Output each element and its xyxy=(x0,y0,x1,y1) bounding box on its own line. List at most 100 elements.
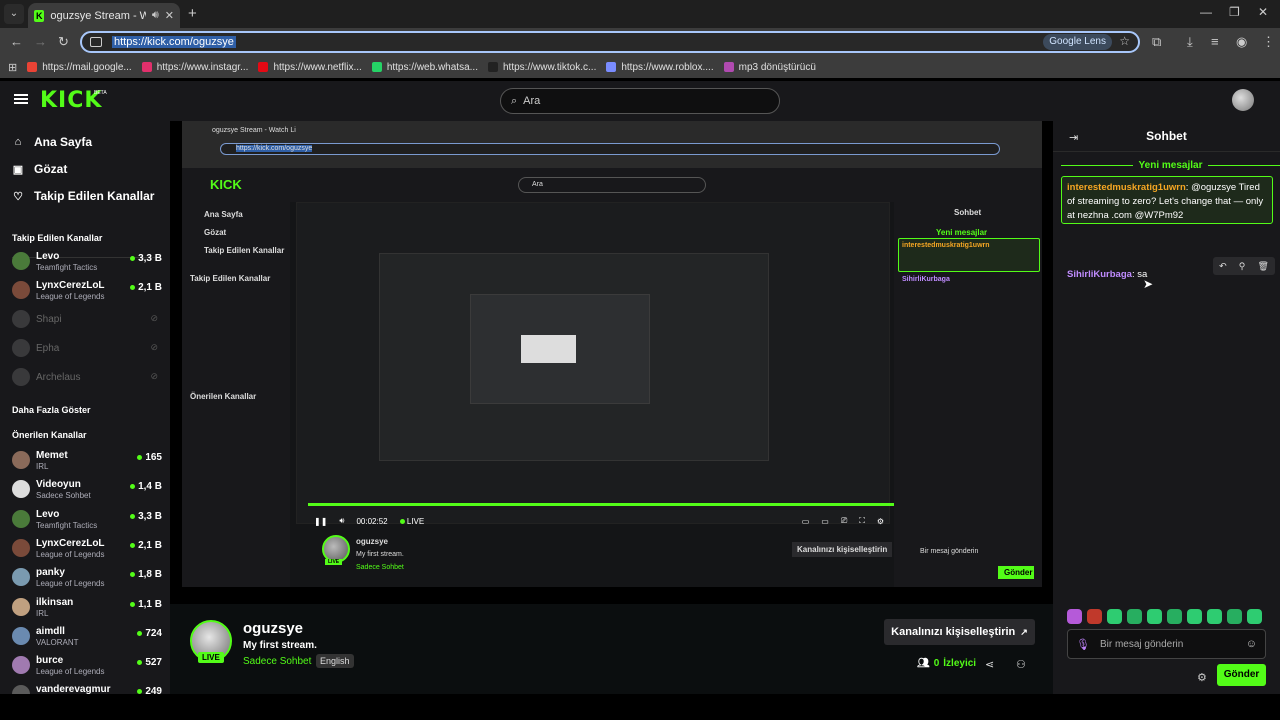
emote-icon[interactable] xyxy=(1247,609,1262,624)
bookmark-mp3[interactable]: mp3 dönüştürücü xyxy=(723,62,816,73)
fullscreen-icon[interactable]: ⛶ xyxy=(859,516,865,526)
following-channel-row[interactable]: Shapi ⊘ xyxy=(12,307,162,333)
video-controls: ❚❚ 🔊︎ 00:02:52 LIVE ▭ ▭ ⎚ ⛶ ⚙ xyxy=(314,513,884,529)
bookmark-gmail[interactable]: https://mail.google... xyxy=(27,62,132,73)
viewer-label: İzleyici xyxy=(943,658,977,669)
bookmark-instagram[interactable]: https://www.instagr... xyxy=(141,62,248,73)
follow-user-icon[interactable]: ⚇ xyxy=(1016,658,1026,671)
forward-icon[interactable]: → xyxy=(34,34,47,49)
bookmark-roblox[interactable]: https://www.roblox.... xyxy=(606,62,714,73)
search-input[interactable]: ⌕ Ara xyxy=(500,88,780,114)
chat-input-placeholder: Bir mesaj gönderin xyxy=(1099,638,1184,650)
video-progress-bar[interactable] xyxy=(308,503,894,506)
bookmark-star-icon[interactable]: ☆ xyxy=(1119,34,1130,48)
recommended-channel-row[interactable]: panky League of Legends 1,8 B xyxy=(12,565,162,591)
emote-icon[interactable] xyxy=(1107,609,1122,624)
chat-message-highlighted[interactable]: interestedmuskratig1uwrn: @oguzsye Tired… xyxy=(1061,176,1273,224)
chat-settings-icon[interactable]: ⚙ xyxy=(1197,671,1207,684)
emote-icon[interactable] xyxy=(1227,609,1242,624)
bookmark-whatsapp[interactable]: https://web.whatsa... xyxy=(371,62,478,73)
channel-name: Memet xyxy=(36,450,68,461)
delete-icon[interactable]: 🗑︎ xyxy=(1257,261,1268,272)
sidebar-item-following[interactable]: ♡ Takip Edilen Kanallar xyxy=(12,189,154,203)
nested-nav-following: Takip Edilen Kanallar xyxy=(204,246,285,255)
recommended-channel-row[interactable]: burce League of Legends 527 xyxy=(12,653,162,679)
close-window-icon[interactable]: ✕ xyxy=(1258,5,1268,19)
sidebar-item-browse[interactable]: ▣ Gözat xyxy=(12,162,68,176)
bottom-strip xyxy=(0,694,1280,720)
show-more-link[interactable]: Daha Fazla Göster xyxy=(12,405,91,415)
google-lens-button[interactable]: Google Lens xyxy=(1043,34,1112,50)
restore-icon[interactable]: ❐ xyxy=(1229,5,1240,19)
minimize-icon[interactable]: — xyxy=(1200,5,1212,19)
site-info-icon[interactable] xyxy=(90,37,102,47)
language-tag[interactable]: English xyxy=(316,654,354,668)
settings-icon[interactable]: ⚙ xyxy=(877,517,884,526)
recommended-channel-row[interactable]: Memet IRL 165 xyxy=(12,448,162,474)
pause-icon[interactable]: ❚❚ xyxy=(314,517,327,526)
microphone-icon[interactable]: 🎙︎ xyxy=(1076,638,1090,651)
bookmark-tiktok[interactable]: https://www.tiktok.c... xyxy=(487,62,596,73)
pip-icon[interactable]: ▭ xyxy=(802,517,810,526)
reply-icon[interactable]: ↶ xyxy=(1219,261,1227,272)
pin-icon[interactable]: ⚲ xyxy=(1239,261,1246,272)
emote-icon[interactable] xyxy=(1067,609,1082,624)
nested-video-inner-3 xyxy=(521,335,576,363)
theater-icon[interactable]: ▭ xyxy=(821,517,829,526)
following-channel-row[interactable]: Epha ⊘ xyxy=(12,336,162,362)
stream-category[interactable]: Sadece Sohbet xyxy=(243,656,311,667)
back-icon[interactable]: ← xyxy=(10,34,23,49)
hamburger-menu-icon[interactable] xyxy=(14,94,28,104)
recommended-channel-row[interactable]: aimdll VALORANT 724 xyxy=(12,624,162,650)
tab-search-button[interactable]: ⌄ xyxy=(4,4,24,24)
collapse-chat-icon[interactable]: ⇥ xyxy=(1069,131,1078,144)
viewer-count: 1,8 B xyxy=(130,569,162,580)
recommended-channel-row[interactable]: Videoyun Sadece Sohbet 1,4 B xyxy=(12,477,162,503)
volume-icon[interactable]: 🔊︎ xyxy=(339,516,344,526)
close-tab-icon[interactable]: ✕ xyxy=(165,9,174,22)
user-avatar[interactable] xyxy=(1232,89,1254,111)
reload-icon[interactable]: ↻ xyxy=(58,34,69,50)
following-channel-row[interactable]: LynxCerezLoL League of Legends 2,1 B xyxy=(12,278,162,304)
following-channel-row[interactable]: Archelaus ⊘ xyxy=(12,365,162,391)
video-player[interactable]: oguzsye Stream - Watch Li https://kick.c… xyxy=(170,121,1053,604)
bookmark-netflix[interactable]: https://www.netflix... xyxy=(258,62,362,73)
chat-username[interactable]: interestedmuskratig1uwrn xyxy=(1067,182,1186,193)
cast-icon[interactable]: ⎚ xyxy=(841,516,847,526)
profile-icon[interactable]: ◉ xyxy=(1236,34,1247,50)
emote-icon[interactable] xyxy=(1127,609,1142,624)
emote-icon[interactable] xyxy=(1087,609,1102,624)
new-tab-button[interactable]: + xyxy=(188,5,197,22)
chat-username[interactable]: SihirliKurbaga xyxy=(1067,269,1132,280)
reading-list-icon[interactable]: ≡ xyxy=(1211,34,1219,49)
emote-icon[interactable] xyxy=(1147,609,1162,624)
sidebar-item-home[interactable]: ⌂ Ana Sayfa xyxy=(12,135,92,149)
extensions-icon[interactable]: ⧉ xyxy=(1152,34,1161,50)
channel-name: panky xyxy=(36,567,65,579)
kick-favicon-icon: K xyxy=(34,9,45,22)
apps-grid-icon[interactable]: ⊞ xyxy=(8,61,17,74)
address-bar[interactable]: https://kick.com/oguzsye Google Lens ☆ xyxy=(80,31,1140,53)
browser-menu-icon[interactable]: ⋮ xyxy=(1262,34,1275,50)
stream-video-frame: oguzsye Stream - Watch Li https://kick.c… xyxy=(182,121,1042,587)
recommended-channel-row[interactable]: ilkinsan IRL 1,1 B xyxy=(12,595,162,621)
speaker-icon[interactable]: 🔊︎ xyxy=(152,9,159,22)
browser-tab[interactable]: K oguzsye Stream - Watch Li 🔊︎ ✕ xyxy=(28,3,180,28)
recommended-channel-row[interactable]: LynxCerezLoL League of Legends 2,1 B xyxy=(12,536,162,562)
send-button[interactable]: Gönder xyxy=(1217,664,1266,686)
url-text[interactable]: https://kick.com/oguzsye xyxy=(112,36,236,48)
recommended-channel-row[interactable]: Levo Teamfight Tactics 3,3 B xyxy=(12,507,162,533)
emote-icon[interactable] xyxy=(1207,609,1222,624)
emote-icon[interactable] xyxy=(1187,609,1202,624)
emote-icon[interactable] xyxy=(1167,609,1182,624)
recommended-section-title: Önerilen Kanallar xyxy=(12,430,87,440)
download-icon[interactable]: ⤓ xyxy=(1187,34,1193,50)
chat-message[interactable]: SihirliKurbaga: sa xyxy=(1067,269,1147,280)
share-icon[interactable]: ⋖ xyxy=(985,658,994,671)
customize-channel-button[interactable]: Kanalınızı kişiselleştirin ↗ xyxy=(884,619,1035,645)
following-channel-row[interactable]: Levo Teamfight Tactics 3,3 B xyxy=(12,249,162,275)
emoji-icon[interactable]: ☺ xyxy=(1246,638,1257,650)
channel-category: Sadece Sohbet xyxy=(36,491,91,501)
chat-input[interactable]: 🎙︎ Bir mesaj gönderin ☺ xyxy=(1067,629,1266,659)
channel-name[interactable]: oguzsye xyxy=(243,620,303,637)
